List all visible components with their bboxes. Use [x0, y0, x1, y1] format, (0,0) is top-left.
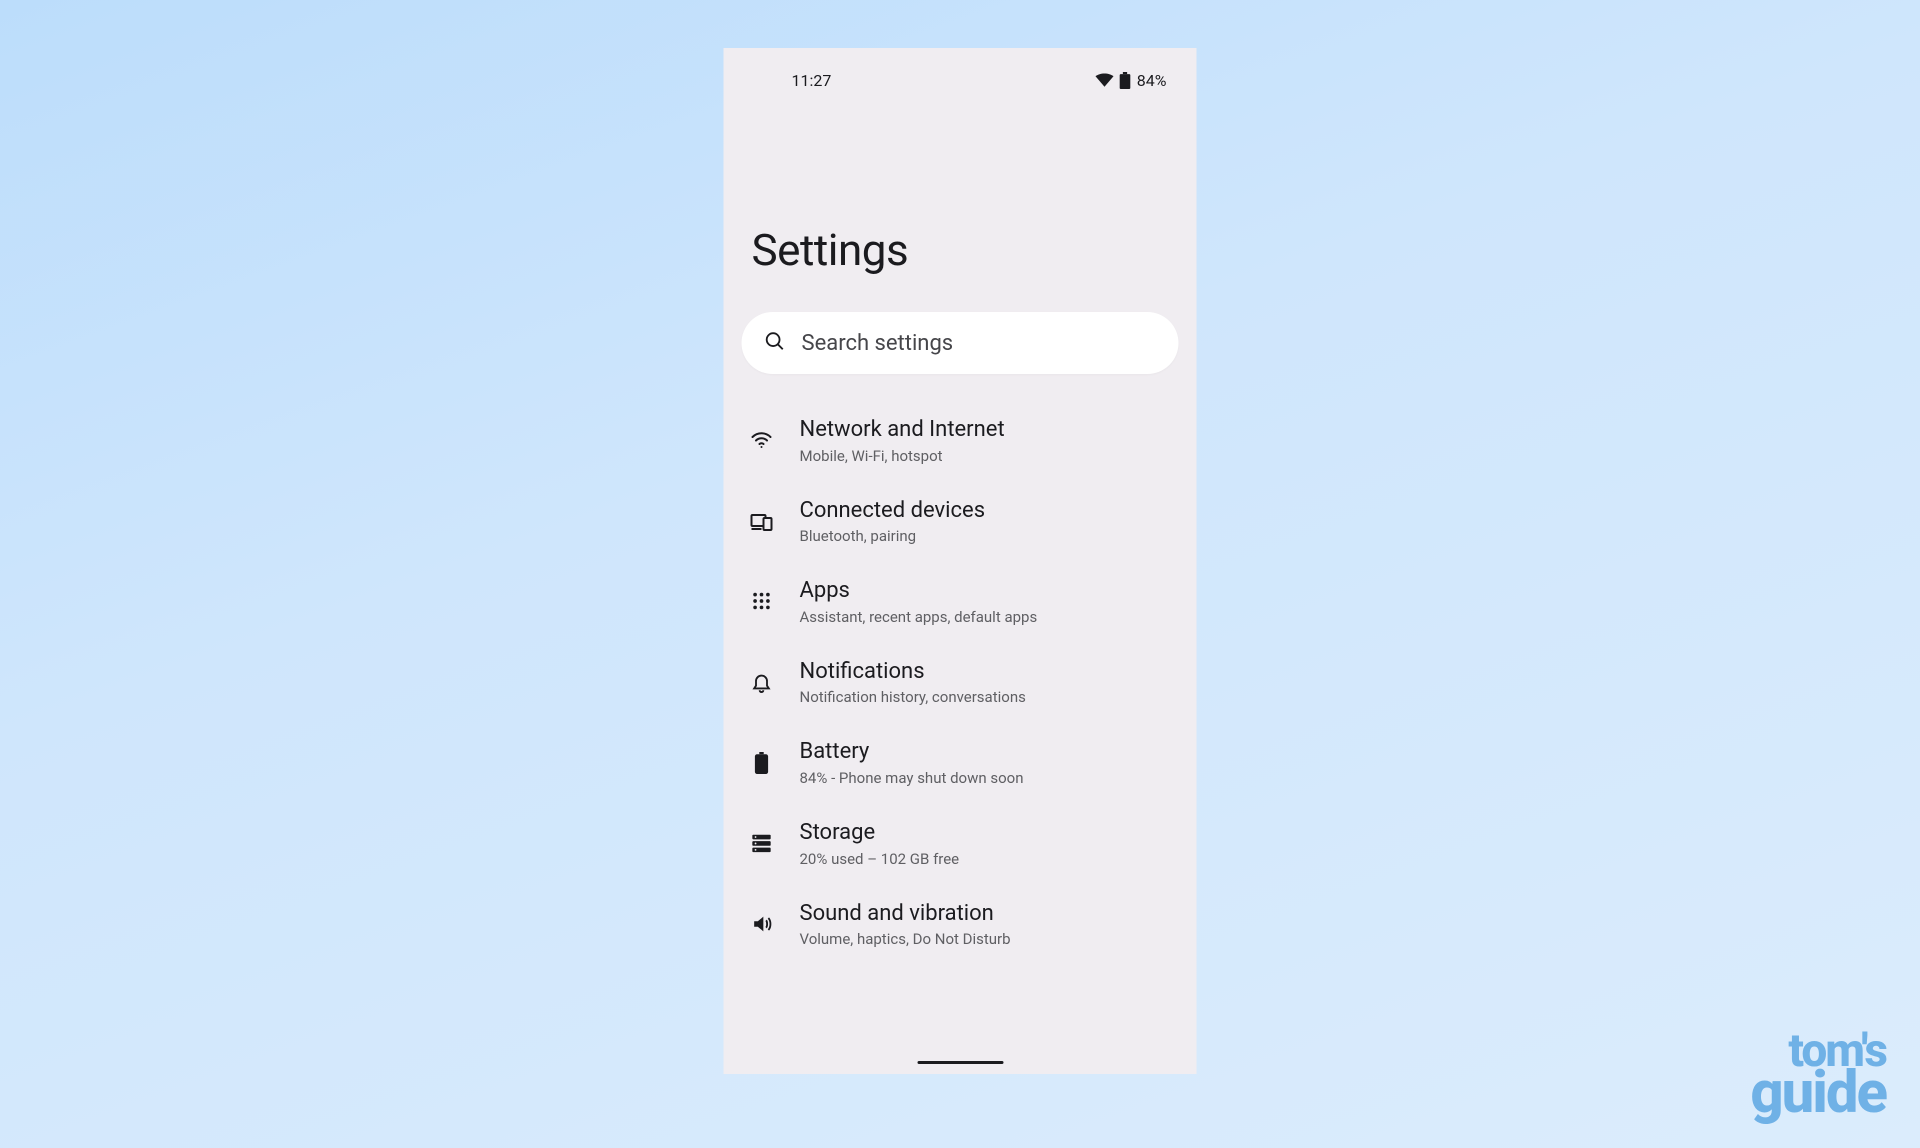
settings-item-sound[interactable]: Sound and vibration Volume, haptics, Do … — [724, 884, 1197, 965]
wifi-status-icon — [1096, 73, 1114, 87]
settings-item-label: Battery — [800, 738, 1177, 767]
settings-item-storage[interactable]: Storage 20% used – 102 GB free — [724, 803, 1197, 884]
settings-item-label: Apps — [800, 577, 1177, 606]
settings-item-label: Storage — [800, 819, 1177, 848]
search-placeholder: Search settings — [802, 331, 954, 356]
settings-item-connected-devices[interactable]: Connected devices Bluetooth, pairing — [724, 481, 1197, 562]
settings-item-sub: 20% used – 102 GB free — [800, 850, 1177, 868]
settings-item-label: Connected devices — [800, 497, 1177, 526]
settings-item-sub: Bluetooth, pairing — [800, 527, 1177, 545]
search-settings[interactable]: Search settings — [742, 312, 1179, 374]
battery-icon — [748, 749, 776, 777]
status-battery-percent: 84% — [1137, 71, 1167, 90]
settings-list: Network and Internet Mobile, Wi-Fi, hots… — [724, 374, 1197, 964]
storage-icon — [748, 829, 776, 857]
settings-item-sub: Mobile, Wi-Fi, hotspot — [800, 447, 1177, 465]
settings-item-battery[interactable]: Battery 84% - Phone may shut down soon — [724, 722, 1197, 803]
bell-icon — [748, 668, 776, 696]
settings-item-sub: Assistant, recent apps, default apps — [800, 608, 1177, 626]
volume-icon — [748, 910, 776, 938]
battery-status-icon — [1120, 72, 1131, 89]
settings-item-notifications[interactable]: Notifications Notification history, conv… — [724, 642, 1197, 723]
watermark-logo: tom's guide — [1750, 1033, 1886, 1118]
settings-item-network[interactable]: Network and Internet Mobile, Wi-Fi, hots… — [724, 400, 1197, 481]
phone-frame: 11:27 84% Settings Search settings Netwo… — [724, 48, 1197, 1074]
watermark-line2: guide — [1750, 1070, 1886, 1118]
apps-icon — [748, 587, 776, 615]
settings-item-sub: 84% - Phone may shut down soon — [800, 769, 1177, 787]
status-time: 11:27 — [792, 71, 832, 90]
status-right: 84% — [1096, 71, 1167, 90]
settings-item-label: Notifications — [800, 658, 1177, 687]
settings-item-sub: Volume, haptics, Do Not Disturb — [800, 930, 1177, 948]
settings-item-apps[interactable]: Apps Assistant, recent apps, default app… — [724, 561, 1197, 642]
nav-handle[interactable] — [917, 1061, 1003, 1064]
status-bar: 11:27 84% — [724, 48, 1197, 94]
search-icon — [764, 330, 786, 356]
settings-item-sub: Notification history, conversations — [800, 688, 1177, 706]
settings-item-label: Sound and vibration — [800, 900, 1177, 929]
wifi-icon — [748, 426, 776, 454]
page-title: Settings — [724, 94, 1197, 276]
settings-item-label: Network and Internet — [800, 416, 1177, 445]
devices-icon — [748, 507, 776, 535]
